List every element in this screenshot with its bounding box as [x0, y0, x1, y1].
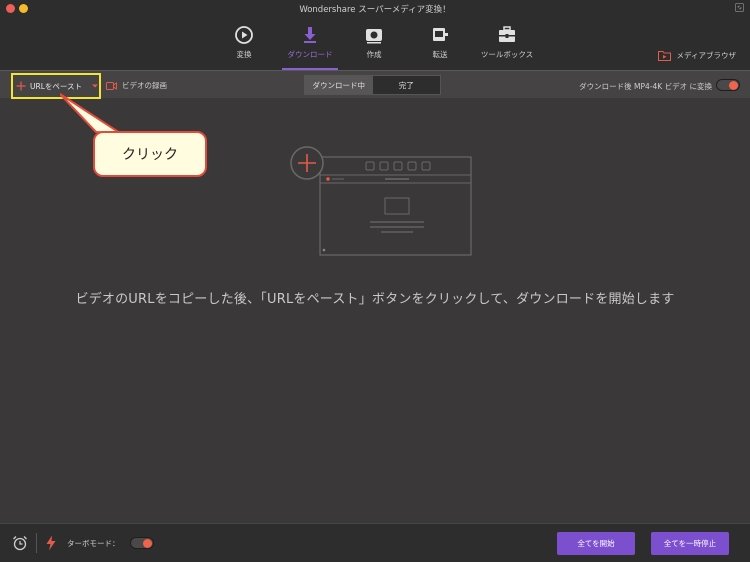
title-bar: Wondershare スーパーメディア変換！ — [0, 0, 750, 18]
tab-toolbox-label: ツールボックス — [480, 50, 534, 59]
media-browser-label: メディアブラウザ — [676, 50, 736, 60]
convert-after-download-label: ダウンロード後 MP4-4K ビデオ に変換 — [579, 82, 712, 91]
tab-convert-label: 変換 — [236, 50, 252, 59]
tab-transfer[interactable]: 転送 — [412, 18, 468, 70]
tab-transfer-label: 転送 — [432, 50, 448, 59]
transfer-icon — [433, 28, 448, 41]
click-callout: クリック — [93, 131, 207, 177]
toggle-knob — [729, 81, 738, 90]
pause-all-button[interactable]: 全てを一時停止 — [651, 532, 729, 555]
bottom-bar: ターボモード： 全てを開始 全てを一時停止 — [0, 523, 750, 562]
turbo-mode-label: ターボモード： — [67, 539, 120, 548]
toggle-knob — [143, 539, 152, 548]
empty-state-instruction: ビデオのURLをコピーした後、「URLをペースト」ボタンをクリックして、ダウンロ… — [75, 292, 675, 307]
toolbox-icon — [499, 26, 515, 42]
callout-text: クリック — [122, 147, 178, 163]
record-video-button[interactable]: ビデオの録画 — [106, 80, 167, 91]
start-all-button[interactable]: 全てを開始 — [557, 532, 635, 555]
lightning-icon — [46, 535, 56, 551]
media-browser-button[interactable]: メディアブラウザ — [657, 48, 736, 62]
tab-convert[interactable]: 変換 — [216, 18, 272, 70]
segment-downloading[interactable]: ダウンロード中 — [305, 76, 373, 94]
record-video-label: ビデオの録画 — [122, 81, 167, 90]
segment-completed[interactable]: 完了 — [373, 76, 441, 94]
turbo-mode-toggle[interactable] — [130, 537, 154, 549]
paste-url-label: URLをペースト — [30, 81, 83, 91]
tab-toolbox[interactable]: ツールボックス — [478, 18, 536, 70]
convert-after-download-toggle[interactable] — [716, 79, 740, 91]
window-title: Wondershare スーパーメディア変換！ — [299, 5, 451, 15]
tab-download-label: ダウンロード — [287, 50, 333, 59]
tab-create-label: 作成 — [366, 50, 382, 59]
download-icon — [304, 27, 316, 43]
tab-create[interactable]: 作成 — [346, 18, 402, 70]
folder-icon — [657, 50, 671, 61]
video-camera-icon — [106, 81, 117, 90]
disc-icon — [366, 29, 382, 44]
download-status-segment: ダウンロード中 完了 — [304, 75, 441, 95]
chevron-down-icon[interactable] — [91, 83, 99, 89]
browser-illustration — [290, 146, 472, 256]
fullscreen-icon[interactable] — [735, 3, 744, 12]
main-nav: 変換 ダウンロード 作成 転送 ツールボックス メディアブラウザ — [0, 18, 750, 70]
play-circle-icon — [235, 26, 253, 44]
alarm-clock-icon[interactable] — [12, 535, 28, 551]
tab-download[interactable]: ダウンロード — [282, 18, 338, 70]
plus-icon — [16, 81, 26, 91]
bottom-divider — [36, 533, 37, 553]
